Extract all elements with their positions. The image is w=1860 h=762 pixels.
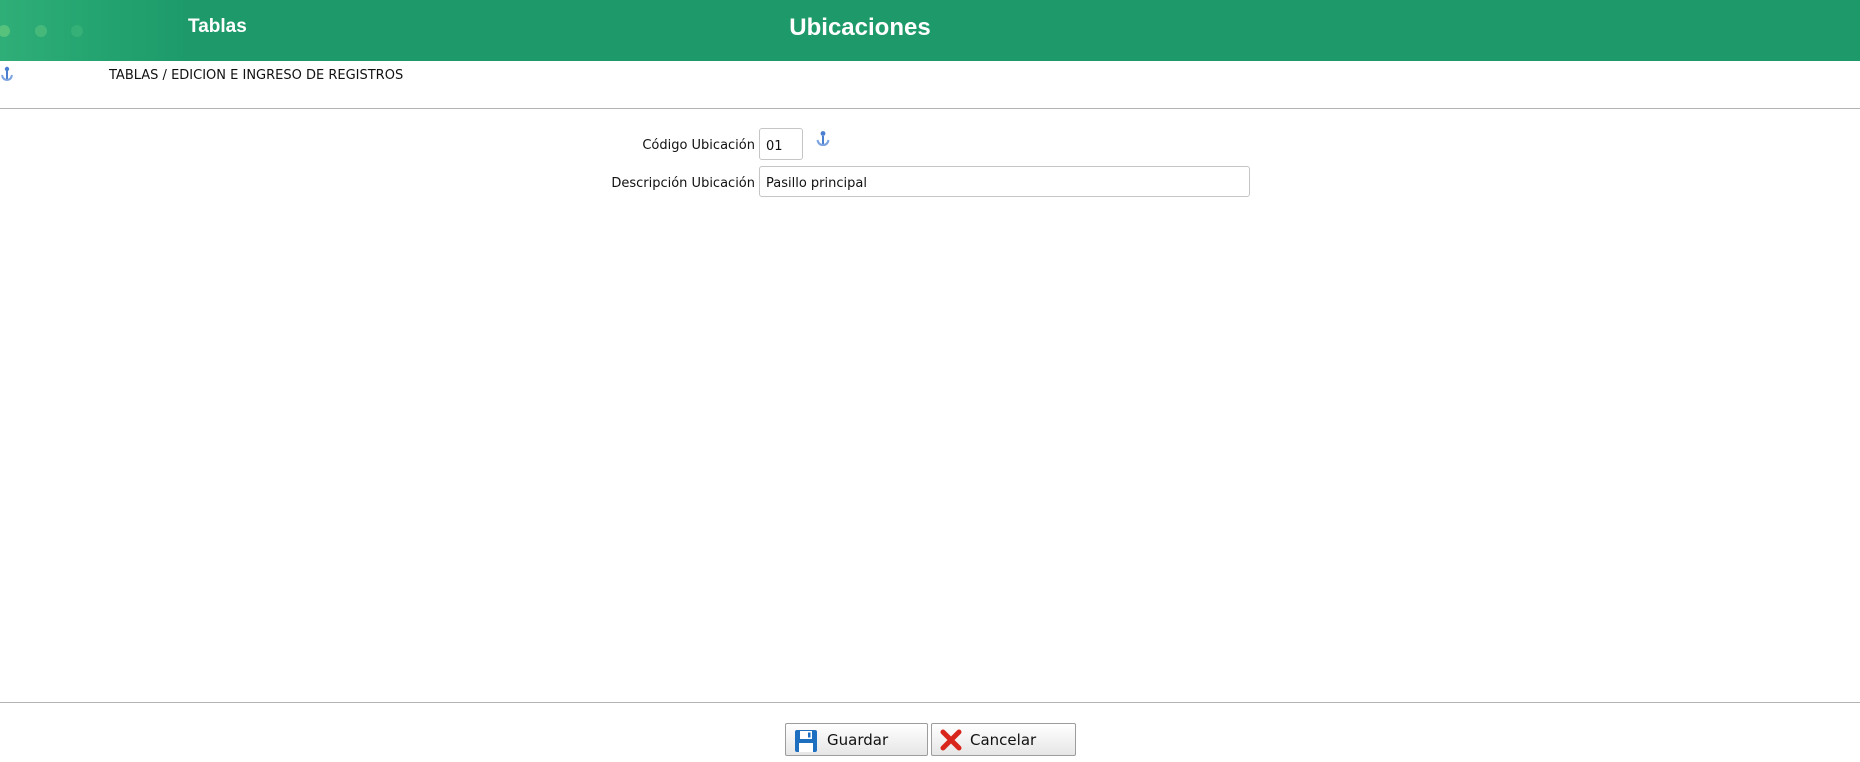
app-header: Tablas Ubicaciones — [0, 0, 1860, 61]
save-button[interactable]: Guardar — [785, 723, 928, 756]
help-anchor-icon[interactable] — [815, 130, 831, 147]
descripcion-ubicacion-label: Descripción Ubicación — [611, 176, 755, 191]
codigo-ubicacion-label: Código Ubicación — [642, 138, 755, 153]
cancel-button-label: Cancelar — [970, 731, 1037, 749]
floppy-disk-icon — [795, 730, 817, 752]
help-anchor-icon[interactable] — [0, 66, 14, 82]
divider — [0, 108, 1860, 109]
page-title: Ubicaciones — [789, 14, 931, 41]
codigo-ubicacion-input[interactable] — [759, 128, 803, 160]
cancel-button[interactable]: Cancelar — [931, 723, 1076, 756]
save-button-label: Guardar — [827, 731, 889, 749]
descripcion-ubicacion-input[interactable] — [759, 166, 1250, 197]
red-x-icon — [940, 729, 962, 751]
breadcrumb: TABLAS / EDICION E INGRESO DE REGISTROS — [109, 68, 404, 83]
divider — [0, 702, 1860, 703]
